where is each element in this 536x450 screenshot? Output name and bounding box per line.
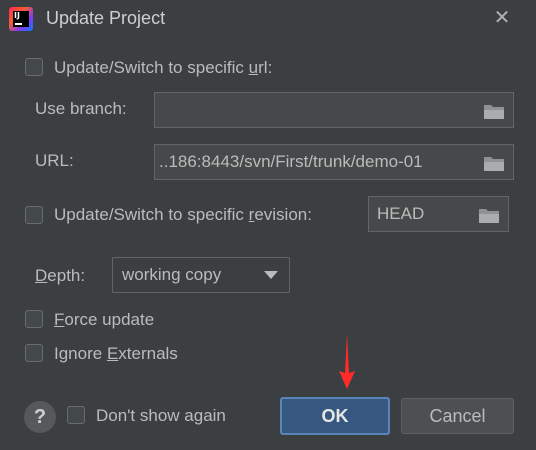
folder-icon[interactable] <box>483 154 505 172</box>
close-icon[interactable]: ✕ <box>490 6 514 30</box>
switch-revision-checkbox[interactable] <box>25 206 43 224</box>
url-label: URL: <box>35 151 74 170</box>
switch-url-checkbox[interactable] <box>25 58 43 76</box>
switch-revision-label[interactable]: Update/Switch to specific revision: <box>54 205 312 225</box>
depth-label: Depth: <box>35 266 86 285</box>
revision-field[interactable]: HEAD <box>368 196 509 232</box>
folder-icon[interactable] <box>478 206 500 224</box>
dont-show-again-label[interactable]: Don't show again <box>96 406 226 426</box>
use-branch-label: Use branch: <box>35 99 127 118</box>
url-field[interactable]: ..186:8443/svn/First/trunk/demo-01 <box>154 144 514 180</box>
depth-select[interactable]: working copy <box>112 257 290 293</box>
dialog-title: Update Project <box>46 8 166 28</box>
ignore-externals-checkbox[interactable] <box>25 344 43 362</box>
help-button[interactable]: ? <box>24 401 56 433</box>
ignore-externals-label[interactable]: Ignore Externals <box>54 344 178 364</box>
force-update-label[interactable]: Force update <box>54 310 154 330</box>
dont-show-again-checkbox[interactable] <box>67 406 85 424</box>
intellij-logo-icon: IJ <box>9 7 33 31</box>
cancel-button[interactable]: Cancel <box>401 398 514 434</box>
switch-url-label[interactable]: Update/Switch to specific url: <box>54 58 272 78</box>
use-branch-field[interactable] <box>154 92 514 128</box>
ok-button[interactable]: OK <box>280 397 390 435</box>
force-update-checkbox[interactable] <box>25 310 43 328</box>
title-bar: IJ Update Project ✕ <box>0 0 536 40</box>
chevron-down-icon <box>264 271 278 279</box>
folder-icon[interactable] <box>483 102 505 120</box>
red-annotation-arrow <box>339 333 355 389</box>
